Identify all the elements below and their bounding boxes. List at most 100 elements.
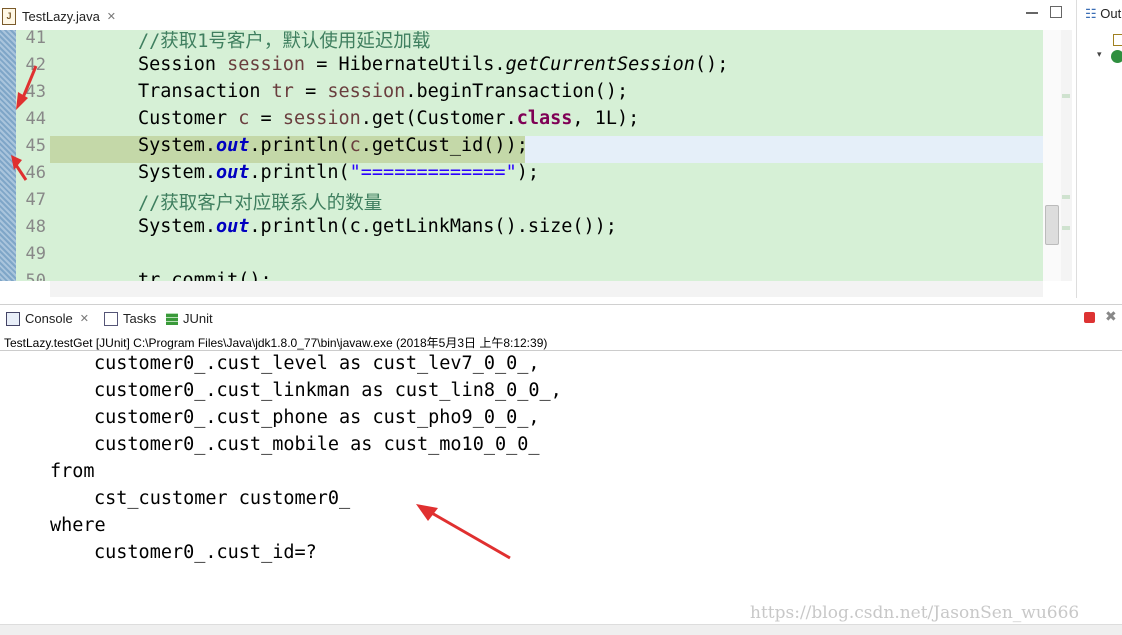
console-view: Console ✕ Tasks JUnit ✖ TestLazy.testGet…: [0, 304, 1122, 635]
code-line[interactable]: //获取客户对应联系人的数量: [138, 189, 382, 215]
line-number: 41: [25, 30, 46, 48]
close-icon[interactable]: ✕: [80, 312, 89, 325]
code-token: tr.commit();: [138, 270, 272, 281]
code-token: getCurrentSession: [505, 54, 695, 75]
console-output-line: customer0_.cust_level as cust_lev7_0_0_,: [94, 353, 540, 374]
line-number: 43: [25, 82, 46, 102]
code-token: .get(Customer.: [360, 108, 517, 129]
code-token: =: [293, 81, 328, 102]
line-number: 47: [25, 190, 46, 210]
code-token: Customer: [138, 108, 239, 129]
vertical-scroll-thumb[interactable]: [1045, 205, 1059, 245]
code-token: "=============": [349, 162, 517, 183]
code-token: c: [238, 108, 250, 129]
horizontal-scrollbar[interactable]: [50, 281, 1043, 297]
code-token: , 1L);: [572, 108, 640, 129]
outline-icon: ☷: [1085, 6, 1097, 21]
editor-tab-bar: J TestLazy.java ✕: [0, 0, 1072, 31]
outline-panel: ☷ Outl ▾: [1076, 0, 1122, 298]
console-output-line: cst_customer customer0_: [94, 488, 351, 509]
overview-marker: [1062, 94, 1070, 98]
minimize-button[interactable]: [1026, 6, 1038, 14]
close-icon[interactable]: ✕: [107, 10, 116, 23]
console-output-line: customer0_.cust_id=?: [94, 542, 317, 563]
tab-tasks[interactable]: Tasks: [104, 311, 156, 326]
code-token: Session: [138, 54, 228, 75]
code-line[interactable]: System.out.println("=============");: [138, 162, 539, 183]
outline-tab[interactable]: ☷ Outl: [1085, 6, 1122, 22]
code-token: out: [215, 216, 250, 237]
editor-tab-label: TestLazy.java: [22, 8, 100, 24]
overview-marker: [1062, 195, 1070, 199]
divider: [0, 350, 1122, 351]
red-arrow-head-icon: [416, 504, 438, 521]
tab-tasks-label: Tasks: [123, 311, 157, 326]
tab-junit[interactable]: JUnit: [166, 311, 213, 326]
console-icon: [6, 311, 20, 326]
watermark: https://blog.csdn.net/JasonSen_wu666: [750, 603, 1080, 623]
junit-icon: [166, 312, 178, 325]
outline-tab-label: Outl: [1100, 6, 1122, 21]
code-area[interactable]: 41 //获取1号客户，默认使用延迟加载 42 Session session = H…: [0, 30, 1043, 281]
line-number: 48: [25, 217, 46, 237]
editor-tab-testlazy[interactable]: J TestLazy.java ✕: [2, 4, 116, 28]
tree-expand-icon[interactable]: ▾: [1097, 50, 1102, 60]
line-number: 49: [25, 244, 46, 264]
code-line[interactable]: Customer c = session.get(Customer.class,…: [138, 108, 639, 129]
package-icon: [1113, 34, 1122, 46]
tasks-icon: [104, 311, 118, 326]
red-arrow-icon: [429, 510, 511, 560]
line-number: 42: [25, 55, 46, 75]
code-token: .println(c.getLinkMans().size());: [249, 216, 617, 237]
code-line[interactable]: System.out.println(c.getCust_id());: [138, 135, 528, 156]
tab-console[interactable]: Console ✕: [6, 311, 89, 326]
code-token: session: [282, 108, 361, 129]
code-token: .beginTransaction();: [405, 81, 629, 102]
code-token: .println(: [249, 162, 350, 183]
line-number: 45: [25, 136, 46, 156]
code-token: out: [215, 135, 250, 156]
launch-label: TestLazy.testGet [JUnit] C:\Program File…: [4, 336, 548, 350]
class-icon: [1111, 50, 1122, 63]
code-line[interactable]: Transaction tr = session.beginTransactio…: [138, 81, 628, 102]
maximize-button[interactable]: [1050, 6, 1062, 18]
overview-ruler: [1061, 30, 1072, 281]
code-token: //获取1号客户，默认使用延迟加载: [138, 31, 431, 52]
code-token: ();: [694, 54, 729, 75]
tab-console-label: Console: [25, 311, 73, 326]
line-number: 44: [25, 109, 46, 129]
console-output-line: customer0_.cust_mobile as cust_mo10_0_0_: [94, 434, 540, 455]
terminate-button[interactable]: [1084, 312, 1095, 323]
code-token: class: [516, 108, 573, 129]
code-token: System.: [138, 135, 216, 156]
code-token: =: [249, 108, 283, 129]
java-file-icon: J: [2, 7, 16, 25]
console-output-line: where: [50, 515, 106, 536]
code-token: System.: [138, 216, 216, 237]
code-token: .println(: [249, 135, 350, 156]
code-line[interactable]: //获取1号客户，默认使用延迟加载: [138, 30, 430, 53]
code-token: c: [349, 135, 361, 156]
code-token: = HibernateUtils.: [305, 54, 506, 75]
code-line[interactable]: System.out.println(c.getLinkMans().size(…: [138, 216, 617, 237]
console-horizontal-scrollbar[interactable]: [0, 624, 1122, 635]
code-token: session: [327, 81, 406, 102]
console-output-line: customer0_.cust_phone as cust_pho9_0_0_,: [94, 407, 540, 428]
console-output-line: from: [50, 461, 95, 482]
code-editor[interactable]: J TestLazy.java ✕ 41 //获取1号客户，默认使用延迟加载 42 S…: [0, 0, 1072, 298]
remove-launches-button[interactable]: ✖: [1105, 309, 1117, 325]
code-line[interactable]: Session session = HibernateUtils.getCurr…: [138, 54, 728, 75]
code-token: session: [227, 54, 306, 75]
code-token: Transaction: [138, 81, 272, 102]
code-line[interactable]: tr.commit();: [138, 270, 272, 281]
code-token: //获取客户对应联系人的数量: [138, 193, 383, 214]
code-token: );: [516, 162, 539, 183]
line-number: 50: [25, 271, 46, 281]
console-output-line: customer0_.cust_linkman as cust_lin8_0_0…: [94, 380, 562, 401]
code-token: System.: [138, 162, 216, 183]
overview-marker: [1062, 226, 1070, 230]
line-number: 46: [25, 163, 46, 183]
code-token: .getCust_id());: [360, 135, 528, 156]
console-tab-bar: Console ✕ Tasks JUnit ✖: [0, 305, 1122, 333]
annotation-gutter: [0, 30, 16, 281]
